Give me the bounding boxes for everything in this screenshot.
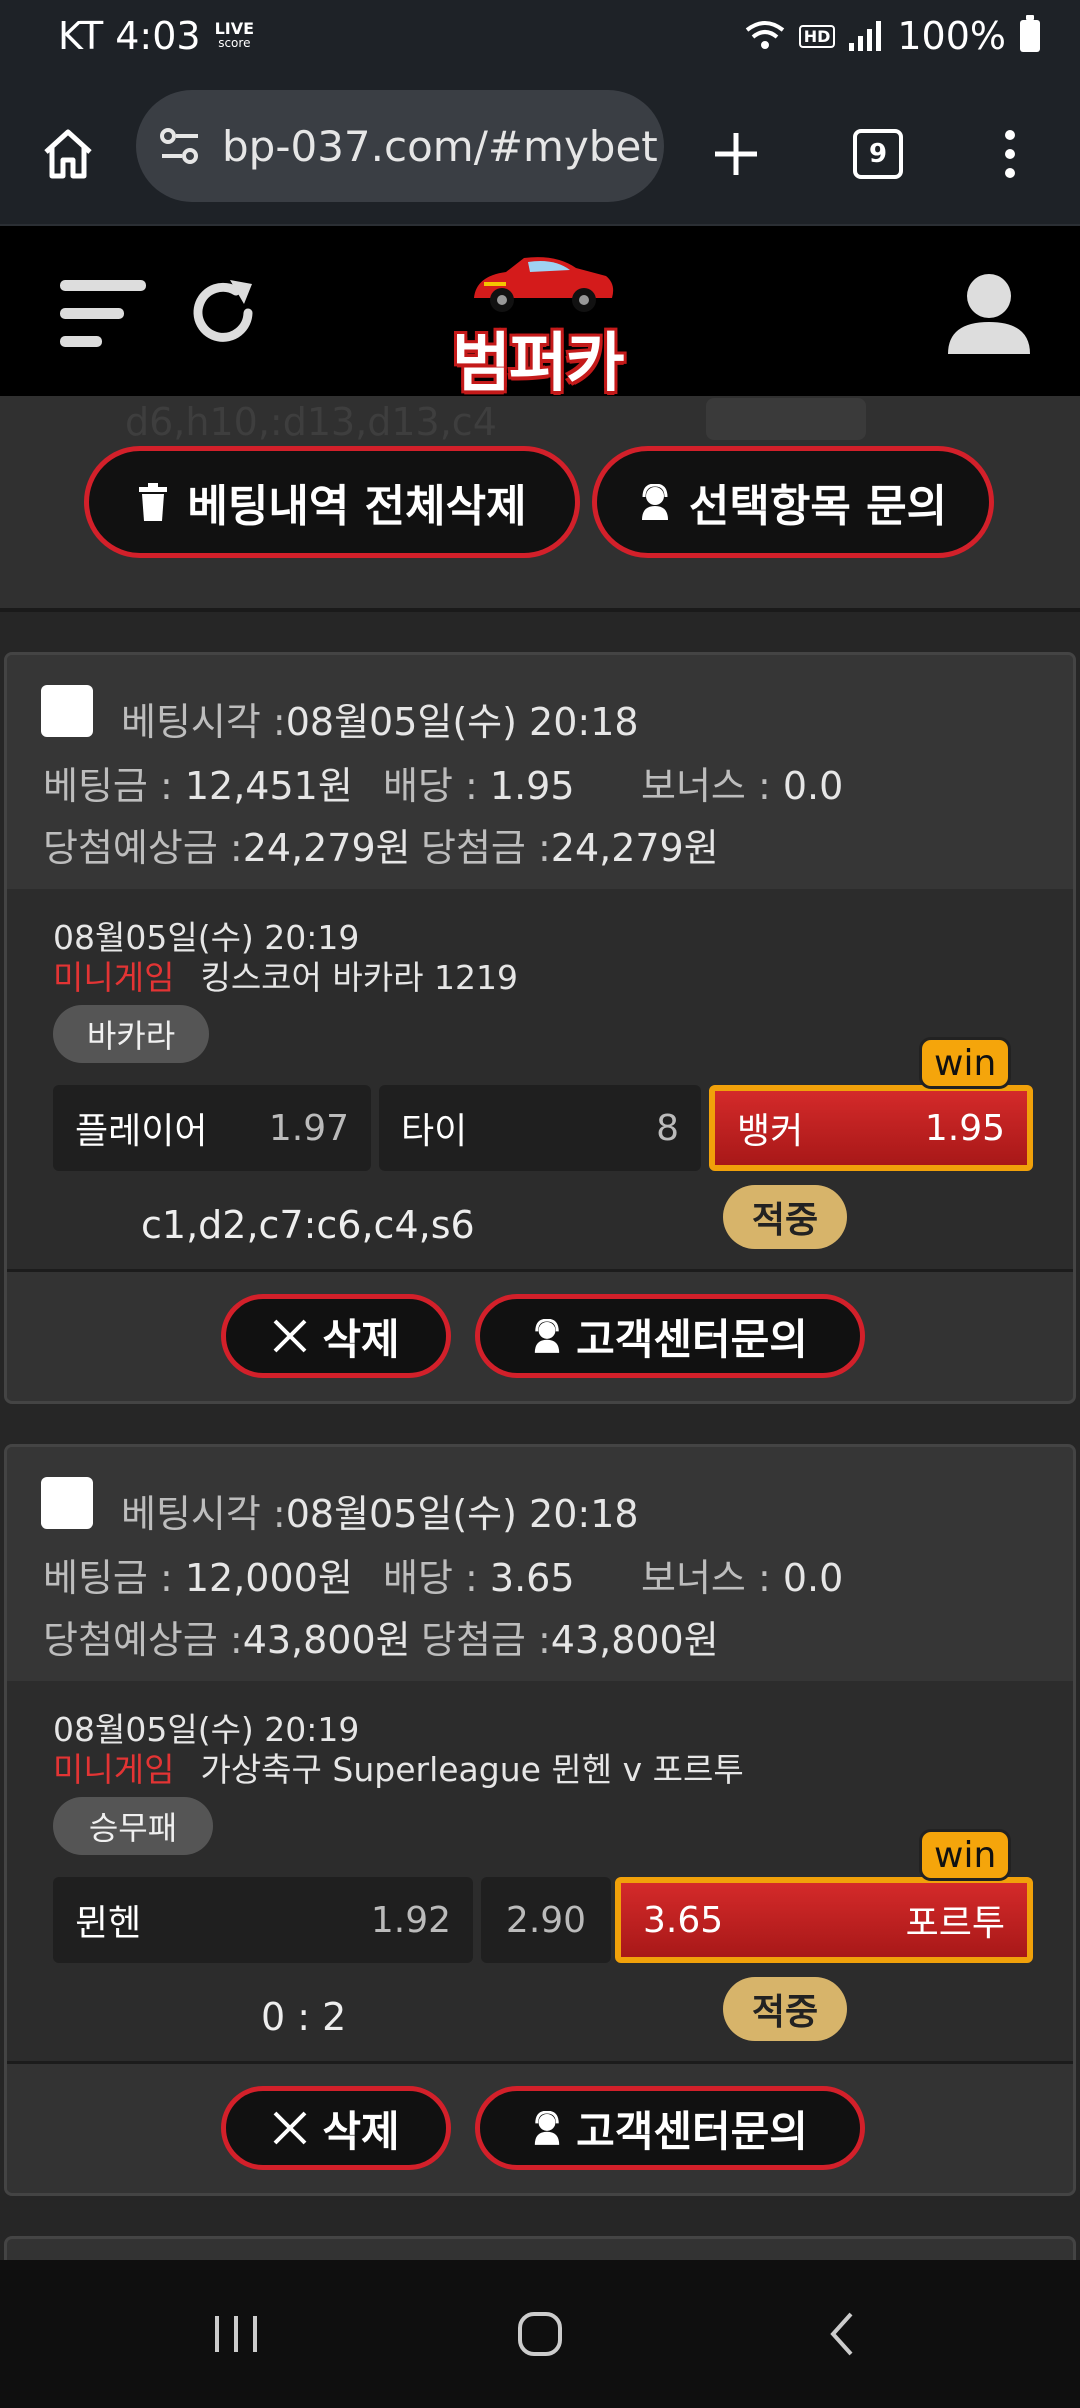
bet-detail: 08월05일(수) 20:19 미니게임 가상축구 Superleague 뮌헨 … [7, 1681, 1073, 2061]
previous-bet-badge [706, 398, 866, 440]
inquire-selected-button[interactable]: 선택항목 문의 [592, 446, 994, 558]
bet-option: 뮌헨 1.92 [53, 1877, 473, 1963]
logo-text: 범퍼카 [452, 327, 625, 401]
more-menu-icon[interactable] [970, 114, 1050, 194]
delete-all-label: 베팅내역 전체삭제 [187, 481, 527, 532]
site-header: 범퍼카 [0, 226, 1080, 401]
bet-summary: 베팅시각 :08월05일(수) 20:18 베팅금 : 12,000원 배당 :… [7, 1447, 1073, 1681]
support-label: 고객센터문의 [576, 1314, 808, 1364]
back-icon[interactable] [802, 2304, 882, 2364]
user-profile-icon[interactable] [946, 272, 1032, 356]
status-time: KT 4:03 [58, 14, 201, 58]
new-tab-icon[interactable] [696, 114, 776, 194]
support-agent-icon [534, 2111, 560, 2145]
close-icon [273, 1319, 307, 1353]
system-nav-bar [0, 2260, 1080, 2408]
hit-status-badge: 적중 [723, 1185, 847, 1249]
refresh-icon[interactable] [186, 276, 260, 350]
win-badge: win [919, 1037, 1012, 1089]
tab-count: 9 [853, 129, 903, 179]
won-amount: 당첨금 :43,800원 [421, 1618, 719, 1662]
bet-option: 2.90 [481, 1877, 611, 1963]
bet-card: 베팅시각 :08월05일(수) 20:18 베팅금 : 12,000원 배당 :… [4, 1444, 1076, 2196]
live-score-logo: LIVE score [214, 19, 255, 51]
menu-icon[interactable] [60, 278, 146, 350]
battery-icon [1020, 15, 1040, 52]
bet-card-actions: 삭제 고객센터문의 [7, 1269, 1073, 1399]
status-bar: KT 4:03 LIVE score HD 100% [0, 0, 1080, 76]
bet-card-actions: 삭제 고객센터문의 [7, 2061, 1073, 2191]
site-logo[interactable]: 범퍼카 [440, 254, 640, 401]
bet-option-selected: 뱅커 1.95 [709, 1085, 1033, 1171]
bet-option: 타이 8 [379, 1085, 701, 1171]
recent-apps-icon[interactable] [196, 2304, 276, 2364]
game-result: c1,d2,c7:c6,c4,s6 [141, 1203, 475, 1247]
delete-label: 삭제 [322, 1314, 400, 1364]
expected-payout: 당첨예상금 :43,800원 [43, 1618, 411, 1662]
bet-time: 베팅시각 :08월05일(수) 20:18 [121, 1492, 639, 1536]
game-info: 미니게임 킹스코어 바카라 1219 [53, 958, 518, 997]
won-amount: 당첨금 :24,279원 [421, 826, 719, 870]
bet-odds: 배당 : 3.65 [383, 1556, 575, 1600]
bet-time: 베팅시각 :08월05일(수) 20:18 [121, 700, 639, 744]
close-icon [273, 2111, 307, 2145]
support-inquiry-button[interactable]: 고객센터문의 [475, 2086, 865, 2170]
bet-detail: 08월05일(수) 20:19 미니게임 킹스코어 바카라 1219 바카라 플레… [7, 889, 1073, 1269]
address-bar[interactable]: bp-037.com/#mybet [136, 90, 664, 202]
bet-amount: 베팅금 : 12,451원 [43, 764, 353, 808]
delete-bet-button[interactable]: 삭제 [221, 2086, 451, 2170]
site-settings-icon[interactable] [158, 126, 202, 166]
bet-odds: 배당 : 1.95 [383, 764, 575, 808]
bet-card: 베팅시각 :08월05일(수) 20:18 베팅금 : 12,451원 배당 :… [4, 652, 1076, 1404]
game-result: 0 : 2 [261, 1995, 347, 2039]
bet-bonus: 보너스 : 0.0 [641, 1556, 844, 1600]
delete-bet-button[interactable]: 삭제 [221, 1294, 451, 1378]
bet-summary: 베팅시각 :08월05일(수) 20:18 베팅금 : 12,451원 배당 :… [7, 655, 1073, 889]
home-icon[interactable] [28, 114, 108, 194]
win-badge: win [919, 1829, 1012, 1881]
battery-percent: 100% [897, 14, 1006, 58]
expected-payout: 당첨예상금 :24,279원 [43, 826, 411, 870]
hd-icon: HD [798, 24, 836, 48]
bet-select-checkbox[interactable] [41, 1477, 93, 1529]
delete-all-bets-button[interactable]: 베팅내역 전체삭제 [84, 446, 580, 558]
bet-type-badge: 바카라 [53, 1005, 209, 1063]
support-inquiry-button[interactable]: 고객센터문의 [475, 1294, 865, 1378]
bet-option: 플레이어 1.97 [53, 1085, 371, 1171]
bet-amount: 베팅금 : 12,000원 [43, 1556, 353, 1600]
url-text: bp-037.com/#mybet [222, 121, 658, 171]
delete-label: 삭제 [322, 2106, 400, 2156]
inquire-selected-label: 선택항목 문의 [688, 481, 948, 532]
browser-toolbar: bp-037.com/#mybet 9 [0, 76, 1080, 226]
signal-icon [849, 21, 882, 51]
bet-option-selected: 3.65 포르투 [615, 1877, 1033, 1963]
support-agent-icon [641, 484, 668, 520]
game-info: 미니게임 가상축구 Superleague 뮌헨 v 포르투 [53, 1750, 744, 1789]
wifi-icon [745, 21, 784, 49]
bet-bonus: 보너스 : 0.0 [641, 764, 844, 808]
race-car-icon [474, 257, 614, 312]
tab-switcher-button[interactable]: 9 [838, 114, 918, 194]
previous-bet-result: d6,h10,:d13,d13,c4 [125, 400, 497, 444]
bet-select-checkbox[interactable] [41, 685, 93, 737]
bet-type-badge: 승무패 [53, 1797, 213, 1855]
support-label: 고객센터문의 [576, 2106, 808, 2156]
home-nav-icon[interactable] [500, 2304, 580, 2364]
hit-status-badge: 적중 [723, 1977, 847, 2041]
support-agent-icon [534, 1319, 560, 1353]
bet-history-actions: d6,h10,:d13,d13,c4 베팅내역 전체삭제 선택항목 문의 [0, 396, 1080, 612]
trash-icon [139, 483, 168, 521]
